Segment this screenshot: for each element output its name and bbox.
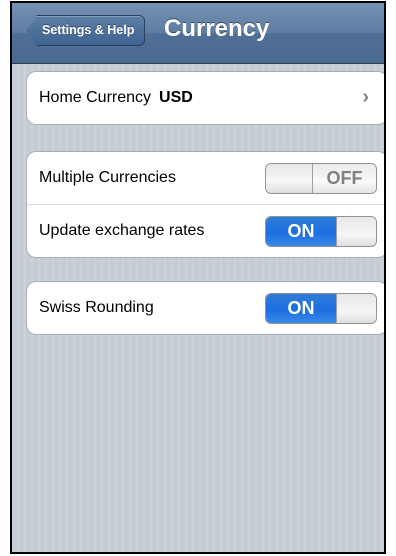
update-exchange-rates-label: Update exchange rates [39, 222, 205, 239]
multiple-currencies-toggle[interactable]: OFF [265, 163, 377, 194]
toggle-state-label: OFF [313, 164, 376, 193]
swiss-rounding-label: Swiss Rounding [39, 299, 154, 316]
home-currency-group: Home Currency USD › [26, 71, 384, 125]
update-exchange-rates-toggle[interactable]: ON [265, 216, 377, 247]
swiss-rounding-row: Swiss Rounding ON [27, 282, 384, 334]
swiss-rounding-toggle[interactable]: ON [265, 293, 377, 324]
home-currency-label: Home Currency [39, 89, 152, 106]
update-exchange-rates-row: Update exchange rates ON [27, 204, 384, 257]
screen-frame: Settings & Help Currency Home Currency U… [10, 1, 386, 554]
toggle-state-label: ON [266, 217, 336, 246]
toggle-knob [336, 294, 376, 323]
home-currency-row[interactable]: Home Currency USD › [27, 72, 384, 124]
back-button[interactable]: Settings & Help [27, 15, 146, 46]
chevron-right-icon: › [362, 86, 369, 108]
multiple-currencies-row: Multiple Currencies OFF [27, 152, 384, 204]
multiple-currencies-label: Multiple Currencies [39, 169, 176, 186]
navigation-bar: Settings & Help Currency [12, 3, 384, 64]
rounding-group: Swiss Rounding ON [26, 281, 384, 335]
page-title: Currency [164, 15, 270, 42]
toggle-knob [266, 164, 313, 193]
toggle-knob [336, 217, 376, 246]
back-button-label: Settings & Help [42, 23, 135, 37]
toggle-state-label: ON [266, 294, 336, 323]
home-currency-value: USD [159, 89, 193, 106]
currency-options-group: Multiple Currencies OFF Update exchange … [26, 151, 384, 258]
